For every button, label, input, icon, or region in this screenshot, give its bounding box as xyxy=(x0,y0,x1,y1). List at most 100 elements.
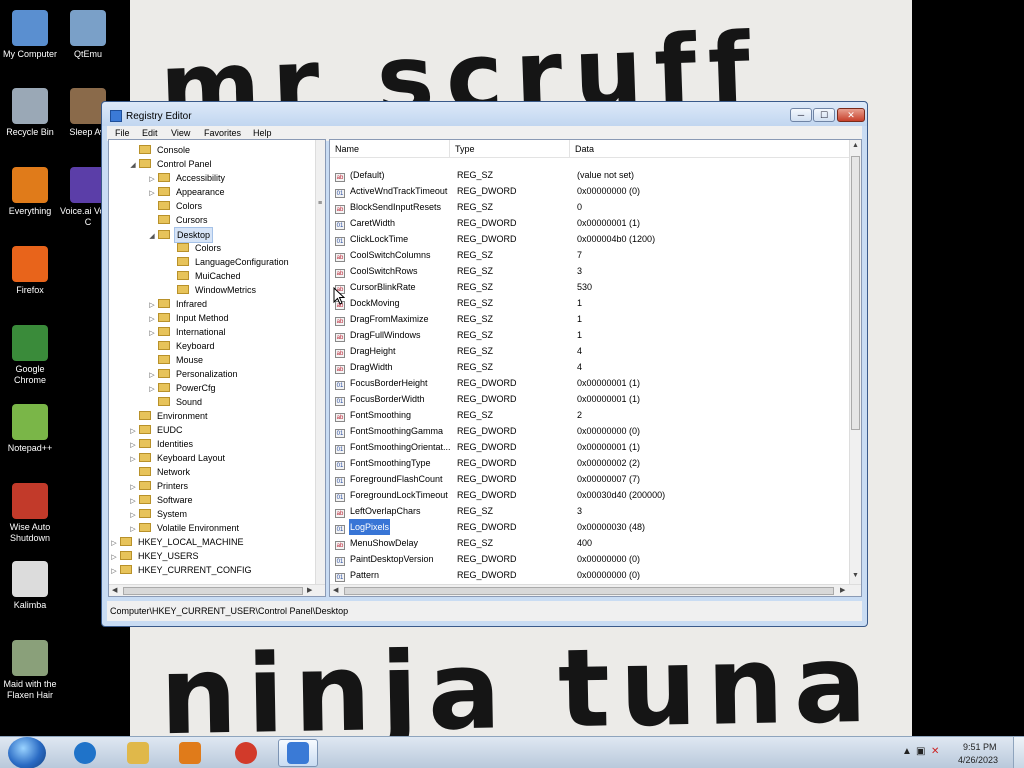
tree-node[interactable]: ▷ Keyboard Layout xyxy=(129,451,227,465)
column-data[interactable]: Data xyxy=(570,140,850,158)
minimize-button[interactable]: ─ xyxy=(790,108,812,122)
column-type[interactable]: Type xyxy=(450,140,570,158)
value-row[interactable]: 01 Pattern REG_DWORD 0x00000000 (0) xyxy=(330,567,850,583)
taskbar-button[interactable] xyxy=(65,739,105,767)
scroll-left-arrow-icon[interactable]: ◀ xyxy=(333,586,338,594)
tree-node[interactable]: ▷ Identities xyxy=(129,437,195,451)
taskbar-button[interactable] xyxy=(226,739,266,767)
scroll-down-arrow-icon[interactable]: ▼ xyxy=(852,572,859,579)
list-vertical-scrollbar[interactable]: ▲ ▼ xyxy=(849,140,861,584)
value-row[interactable]: 01 PaintDesktopVersion REG_DWORD 0x00000000… xyxy=(330,551,850,567)
expand-arrow-icon[interactable]: ▷ xyxy=(110,565,118,579)
tree-node[interactable]: ▷ Input Method xyxy=(148,311,231,325)
menu-help[interactable]: Help xyxy=(253,128,272,138)
tree-node[interactable]: Colors xyxy=(148,199,204,213)
clock-date[interactable]: 4/26/2023 xyxy=(958,755,998,765)
value-row[interactable]: 01 ActiveWndTrackTimeout REG_DWORD 0x000000… xyxy=(330,183,850,199)
value-row[interactable]: 01 ForegroundLockTimeout REG_DWORD 0x00030d… xyxy=(330,487,850,503)
tree-node[interactable]: MuiCached xyxy=(167,269,243,283)
tree-horizontal-thumb[interactable] xyxy=(123,587,303,595)
title-bar[interactable]: Registry Editor ─ ☐ ✕ xyxy=(102,102,867,126)
start-button[interactable] xyxy=(8,737,46,768)
tree-node[interactable]: ▷ International xyxy=(148,325,228,339)
value-row[interactable]: ab DragHeight REG_SZ 4 xyxy=(330,343,850,359)
scroll-right-arrow-icon[interactable]: ▶ xyxy=(307,586,312,594)
value-row[interactable]: ab DockMoving REG_SZ 1 xyxy=(330,295,850,311)
tree-node[interactable]: ▷ Volatile Environment xyxy=(129,521,241,535)
desktop-icon[interactable]: Everything xyxy=(0,167,60,217)
tree-node[interactable]: ▷ Software xyxy=(129,493,195,507)
tree-node[interactable]: WindowMetrics xyxy=(167,283,258,297)
tree-node[interactable]: ▷ HKEY_CURRENT_CONFIG xyxy=(110,563,254,577)
tree-node[interactable]: Environment xyxy=(129,409,210,423)
desktop-icon[interactable]: Maid with the Flaxen Hair xyxy=(0,640,60,701)
tree-node[interactable]: Network xyxy=(129,465,192,479)
value-row[interactable]: ab DragFullWindows REG_SZ 1 xyxy=(330,327,850,343)
tree-node[interactable]: LanguageConfiguration xyxy=(167,255,291,269)
value-row[interactable]: ab CoolSwitchRows REG_SZ 3 xyxy=(330,263,850,279)
tree-node[interactable]: Cursors xyxy=(148,213,210,227)
show-desktop-button[interactable] xyxy=(1013,737,1024,768)
expand-arrow-icon[interactable]: ◢ xyxy=(129,159,137,173)
tree-node[interactable]: ◢ Desktop xyxy=(148,227,214,244)
tree-node[interactable]: ▷ Appearance xyxy=(148,185,227,199)
tree-node[interactable]: ▷ System xyxy=(129,507,189,521)
desktop-icon[interactable]: Google Chrome xyxy=(0,325,60,386)
tree-node[interactable]: Colors xyxy=(167,241,223,255)
list-horizontal-scrollbar[interactable]: ◀ ▶ xyxy=(330,584,861,596)
show-hidden-icons-icon[interactable]: ▲ xyxy=(902,746,912,757)
taskbar-button[interactable] xyxy=(278,739,318,767)
taskbar-button[interactable] xyxy=(118,739,158,767)
network-icon[interactable]: ▣ xyxy=(916,746,925,757)
desktop-icon[interactable]: QtEmu xyxy=(58,10,118,60)
menu-edit[interactable]: Edit xyxy=(142,128,158,138)
value-row[interactable]: ab FontSmoothing REG_SZ 2 xyxy=(330,407,850,423)
tree-node[interactable]: ▷ Infrared xyxy=(148,297,209,311)
value-row[interactable]: 01 LogPixels REG_DWORD 0x00000030 (48) xyxy=(330,519,850,535)
value-row[interactable]: ab CursorBlinkRate REG_SZ 530 xyxy=(330,279,850,295)
value-row[interactable]: 01 FontSmoothingOrientat... REG_DWORD 0x000… xyxy=(330,439,850,455)
value-row[interactable]: ab BlockSendInputResets REG_SZ 0 xyxy=(330,199,850,215)
menu-file[interactable]: File xyxy=(115,128,130,138)
value-row[interactable]: 01 FocusBorderHeight REG_DWORD 0x00000001 (… xyxy=(330,375,850,391)
tree-node[interactable]: ▷ PowerCfg xyxy=(148,381,218,395)
tree-node[interactable]: ▷ Personalization xyxy=(148,367,240,381)
list-vertical-thumb[interactable] xyxy=(851,156,860,430)
tree-node[interactable]: Console xyxy=(129,143,192,157)
expand-arrow-icon[interactable]: ◢ xyxy=(148,230,156,244)
value-row[interactable]: 01 ClickLockTime REG_DWORD 0x000004b0 (1200… xyxy=(330,231,850,247)
tree-node[interactable]: ▷ HKEY_USERS xyxy=(110,549,201,563)
scroll-left-arrow-icon[interactable]: ◀ xyxy=(112,586,117,594)
clock-time[interactable]: 9:51 PM xyxy=(963,742,997,752)
taskbar-button[interactable] xyxy=(170,739,210,767)
desktop-icon[interactable]: My Computer xyxy=(0,10,60,60)
value-row[interactable]: ab LeftOverlapChars REG_SZ 3 xyxy=(330,503,850,519)
value-row[interactable]: 01 FocusBorderWidth REG_DWORD 0x00000001 (1… xyxy=(330,391,850,407)
desktop-icon[interactable]: Wise Auto Shutdown xyxy=(0,483,60,544)
value-row[interactable]: ab CoolSwitchColumns REG_SZ 7 xyxy=(330,247,850,263)
value-row[interactable]: ab DragFromMaximize REG_SZ 1 xyxy=(330,311,850,327)
scroll-up-arrow-icon[interactable]: ▲ xyxy=(852,142,859,149)
tree-vertical-scrollbar[interactable]: ≡ xyxy=(315,140,325,584)
tree-node[interactable]: Mouse xyxy=(148,353,205,367)
desktop-icon[interactable]: Firefox xyxy=(0,246,60,296)
value-row[interactable]: ab (Default) REG_SZ (value not set) xyxy=(330,167,850,183)
list-horizontal-thumb[interactable] xyxy=(344,587,834,595)
tree-node[interactable]: ▷ HKEY_LOCAL_MACHINE xyxy=(110,535,246,549)
value-row[interactable]: 01 FontSmoothingGamma REG_DWORD 0x00000000 … xyxy=(330,423,850,439)
close-button[interactable]: ✕ xyxy=(837,108,865,122)
value-row[interactable]: ab MenuShowDelay REG_SZ 400 xyxy=(330,535,850,551)
value-row[interactable]: 01 ForegroundFlashCount REG_DWORD 0x0000000… xyxy=(330,471,850,487)
desktop-icon[interactable]: Recycle Bin xyxy=(0,88,60,138)
volume-muted-icon[interactable]: ✕ xyxy=(931,746,939,757)
scroll-right-arrow-icon[interactable]: ▶ xyxy=(840,586,845,594)
value-row[interactable]: ab DragWidth REG_SZ 4 xyxy=(330,359,850,375)
maximize-button[interactable]: ☐ xyxy=(813,108,835,122)
tree-node[interactable]: Sound xyxy=(148,395,204,409)
tree-node[interactable]: ▷ Printers xyxy=(129,479,190,493)
tree-node[interactable]: ▷ EUDC xyxy=(129,423,185,437)
desktop-icon[interactable]: Kalimba xyxy=(0,561,60,611)
menu-favorites[interactable]: Favorites xyxy=(204,128,241,138)
value-row[interactable]: 01 FontSmoothingType REG_DWORD 0x00000002 (… xyxy=(330,455,850,471)
menu-view[interactable]: View xyxy=(171,128,190,138)
